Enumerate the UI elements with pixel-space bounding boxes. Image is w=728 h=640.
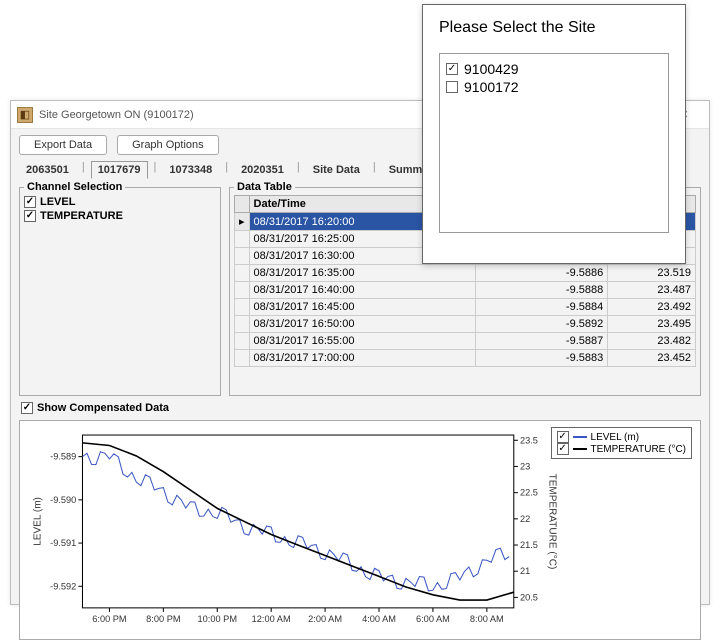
site-option-label: 9100429: [464, 61, 519, 77]
svg-text:LEVEL (m): LEVEL (m): [32, 497, 43, 546]
svg-text:4:00 AM: 4:00 AM: [362, 614, 396, 624]
data-table-title: Data Table: [234, 181, 295, 193]
cell-level: -9.5883: [475, 350, 608, 367]
legend-temp-label: TEMPERATURE (°C): [591, 444, 686, 455]
table-row[interactable]: 08/31/2017 16:55:00-9.588723.482: [235, 333, 696, 350]
cell-level: -9.5884: [475, 299, 608, 316]
svg-text:-9.590: -9.590: [50, 495, 76, 505]
cell-datetime: 08/31/2017 17:00:00: [249, 350, 475, 367]
svg-text:6:00 AM: 6:00 AM: [416, 614, 450, 624]
site-option-9100429[interactable]: ✓ 9100429: [446, 60, 662, 78]
cell-temp: 23.495: [608, 316, 696, 333]
tab-separator: [371, 161, 378, 179]
checkbox-icon: ✓: [557, 431, 569, 443]
svg-text:6:00 PM: 6:00 PM: [92, 614, 126, 624]
cell-datetime: 08/31/2017 16:55:00: [249, 333, 475, 350]
cell-level: -9.5888: [475, 282, 608, 299]
show-compensated-checkbox[interactable]: ✓ Show Compensated Data: [21, 402, 709, 414]
svg-text:2:00 AM: 2:00 AM: [308, 614, 342, 624]
cell-datetime: 08/31/2017 16:45:00: [249, 299, 475, 316]
tab-separator: [295, 161, 302, 179]
legend-level-label: LEVEL (m): [591, 432, 640, 443]
svg-text:-9.591: -9.591: [50, 538, 76, 548]
channel-level-label: LEVEL: [40, 196, 75, 208]
graph-options-button[interactable]: Graph Options: [117, 135, 219, 155]
cell-datetime: 08/31/2017 16:40:00: [249, 282, 475, 299]
app-icon: ◧: [17, 107, 33, 123]
cell-temp: 23.519: [608, 265, 696, 282]
row-marker: [235, 248, 250, 265]
tab-2020351[interactable]: 2020351: [234, 161, 291, 179]
svg-text:8:00 AM: 8:00 AM: [470, 614, 504, 624]
svg-text:-9.592: -9.592: [50, 581, 76, 591]
svg-text:-9.589: -9.589: [50, 452, 76, 462]
row-marker: [235, 299, 250, 316]
legend-temperature[interactable]: ✓ TEMPERATURE (°C): [557, 443, 686, 455]
table-row[interactable]: 08/31/2017 16:35:00-9.588623.519: [235, 265, 696, 282]
tab-1073348[interactable]: 1073348: [162, 161, 219, 179]
tab-2063501[interactable]: 2063501: [19, 161, 76, 179]
cell-temp: 23.482: [608, 333, 696, 350]
table-row[interactable]: 08/31/2017 17:00:00-9.588323.452: [235, 350, 696, 367]
row-marker: [235, 265, 250, 282]
tab-separator: [152, 161, 159, 179]
cell-level: -9.5892: [475, 316, 608, 333]
cell-datetime: 08/31/2017 16:35:00: [249, 265, 475, 282]
cell-datetime: 08/31/2017 16:50:00: [249, 316, 475, 333]
cell-temp: 23.492: [608, 299, 696, 316]
cell-temp: 23.487: [608, 282, 696, 299]
legend-level[interactable]: ✓ LEVEL (m): [557, 431, 686, 443]
tab-site-data[interactable]: Site Data: [306, 161, 367, 179]
cell-level: -9.5886: [475, 265, 608, 282]
table-row[interactable]: 08/31/2017 16:45:00-9.588423.492: [235, 299, 696, 316]
svg-text:23: 23: [520, 462, 530, 472]
checkbox-icon: ✓: [557, 443, 569, 455]
channel-selection-box: Channel Selection ✓ LEVEL ✓ TEMPERATURE: [19, 181, 221, 396]
site-select-list: ✓ 9100429 9100172: [439, 53, 669, 233]
row-marker: [235, 282, 250, 299]
site-option-9100172[interactable]: 9100172: [446, 78, 662, 96]
checkbox-icon: ✓: [446, 63, 458, 75]
row-marker: [235, 333, 250, 350]
site-select-popup: Please Select the Site ✓ 9100429 9100172: [422, 4, 686, 264]
legend-swatch-level: [573, 436, 587, 438]
checkbox-icon: ✓: [24, 196, 36, 208]
chart[interactable]: -9.589 -9.590 -9.591 -9.592 23.5 23 22.5 22 21.5…: [26, 427, 560, 633]
svg-text:12:00 AM: 12:00 AM: [252, 614, 291, 624]
checkbox-icon: [446, 81, 458, 93]
legend-swatch-temp: [573, 448, 587, 450]
svg-text:22.5: 22.5: [520, 488, 538, 498]
checkbox-icon: ✓: [24, 210, 36, 222]
svg-text:10:00 PM: 10:00 PM: [198, 614, 237, 624]
table-row[interactable]: 08/31/2017 16:50:00-9.589223.495: [235, 316, 696, 333]
svg-text:22: 22: [520, 514, 530, 524]
svg-text:8:00 PM: 8:00 PM: [146, 614, 180, 624]
channel-level[interactable]: ✓ LEVEL: [24, 195, 216, 209]
svg-text:21.5: 21.5: [520, 540, 538, 550]
channel-selection-title: Channel Selection: [24, 181, 125, 193]
show-compensated-label: Show Compensated Data: [37, 402, 169, 414]
table-row[interactable]: 08/31/2017 16:40:00-9.588823.487: [235, 282, 696, 299]
tab-separator: [223, 161, 230, 179]
chart-area: -9.589 -9.590 -9.591 -9.592 23.5 23 22.5 22 21.5…: [19, 420, 701, 640]
row-marker: ▸: [235, 213, 250, 231]
row-marker: [235, 350, 250, 367]
export-data-button[interactable]: Export Data: [19, 135, 107, 155]
svg-text:TEMPERATURE (°C): TEMPERATURE (°C): [547, 474, 558, 570]
svg-text:21: 21: [520, 566, 530, 576]
cell-temp: 23.452: [608, 350, 696, 367]
tab-1017679[interactable]: 1017679: [91, 161, 148, 179]
tab-separator: [80, 161, 87, 179]
row-marker: [235, 231, 250, 248]
svg-text:20.5: 20.5: [520, 593, 538, 603]
row-marker: [235, 316, 250, 333]
channel-temp-label: TEMPERATURE: [40, 210, 123, 222]
svg-text:23.5: 23.5: [520, 435, 538, 445]
site-select-title: Please Select the Site: [439, 19, 669, 37]
site-option-label: 9100172: [464, 79, 519, 95]
checkbox-icon: ✓: [21, 402, 33, 414]
channel-temperature[interactable]: ✓ TEMPERATURE: [24, 209, 216, 223]
cell-level: -9.5887: [475, 333, 608, 350]
chart-legend: ✓ LEVEL (m) ✓ TEMPERATURE (°C): [551, 427, 692, 459]
